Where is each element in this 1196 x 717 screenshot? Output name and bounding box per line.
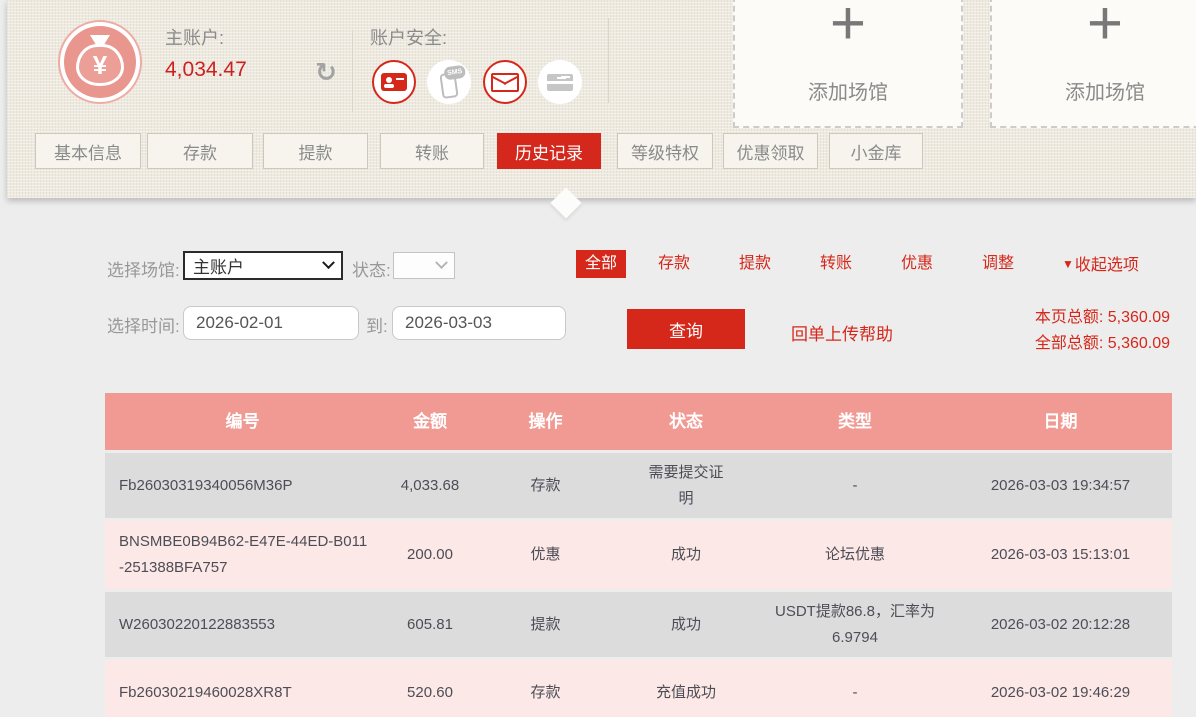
- filter-type-withdraw[interactable]: 提款: [739, 250, 771, 278]
- chevron-down-icon: [435, 256, 448, 269]
- add-venue-card-2[interactable]: + 添加场馆: [990, 0, 1196, 128]
- sms-bubble-icon: SMS: [443, 64, 466, 80]
- to-label: 到:: [366, 312, 388, 337]
- add-venue-label: 添加场馆: [992, 76, 1196, 105]
- history-table: 编号 金额 操作 状态 类型 日期 Fb26030319340056M36P 4…: [105, 393, 1172, 717]
- cell-date: 2026-03-02 20:12:28: [949, 592, 1172, 657]
- page-total-value: 5,360.09: [1108, 309, 1170, 326]
- refresh-balance-icon[interactable]: ↻: [311, 58, 341, 88]
- triangle-down-icon: ▼: [1062, 250, 1074, 278]
- filter-type-adjust[interactable]: 调整: [982, 250, 1014, 278]
- filter-type-promo[interactable]: 优惠: [901, 250, 933, 278]
- table-row: Fb26030219460028XR8T 520.60 存款 充值成功 - 20…: [105, 660, 1172, 717]
- table-row: W26030220122883553 605.81 提款 成功 USDT提款86…: [105, 592, 1172, 657]
- col-header-id: 编号: [105, 393, 380, 450]
- tab-history[interactable]: 历史记录: [497, 133, 601, 169]
- cell-id: Fb26030219460028XR8T: [105, 660, 380, 717]
- divider: [352, 30, 353, 112]
- cell-action: 存款: [480, 660, 611, 717]
- phone-icon: SMS: [439, 72, 458, 99]
- venue-select-value: 主账户: [193, 253, 244, 278]
- venue-select[interactable]: 主账户: [183, 251, 343, 280]
- col-header-amount: 金额: [380, 393, 480, 450]
- email-security-icon[interactable]: [483, 60, 527, 104]
- tab-deposit[interactable]: 存款: [147, 133, 253, 169]
- cell-id: W26030220122883553: [105, 592, 380, 657]
- account-security-label: 账户安全:: [370, 24, 447, 50]
- cell-amount: 605.81: [380, 592, 480, 657]
- cell-id: BNSMBE0B94B62-E47E-44ED-B011-251388BFA75…: [105, 521, 380, 589]
- date-from-input[interactable]: [183, 306, 359, 340]
- add-venue-label: 添加场馆: [735, 76, 961, 105]
- cell-amount: 4,033.68: [380, 453, 480, 518]
- filter-type-transfer[interactable]: 转账: [820, 250, 852, 278]
- search-button[interactable]: 查询: [627, 309, 745, 349]
- status-select-label: 状态:: [352, 256, 391, 281]
- account-header-panel: ¥ 主账户: 4,034.47 ↻ 账户安全: SMS 基本信息 存款 提款 转…: [7, 0, 1196, 198]
- status-select[interactable]: [393, 252, 455, 279]
- col-header-action: 操作: [480, 393, 611, 450]
- cell-amount: 520.60: [380, 660, 480, 717]
- col-header-type: 类型: [761, 393, 949, 450]
- venue-select-label: 选择场馆:: [107, 256, 180, 281]
- tab-promo-claim[interactable]: 优惠领取: [723, 133, 818, 169]
- money-bag-icon: ¥: [58, 20, 142, 104]
- receipt-upload-help-link[interactable]: 回单上传帮助: [791, 320, 893, 345]
- col-header-status: 状态: [611, 393, 761, 450]
- cell-date: 2026-03-03 15:13:01: [949, 521, 1172, 589]
- cell-status: 充值成功: [611, 660, 761, 717]
- cell-type: USDT提款86.8，汇率为6.9794: [761, 592, 949, 657]
- cell-date: 2026-03-03 19:34:57: [949, 453, 1172, 518]
- col-header-date: 日期: [949, 393, 1172, 450]
- id-card-security-icon[interactable]: [372, 60, 416, 104]
- cell-action: 存款: [480, 453, 611, 518]
- bank-card-icon: [547, 74, 573, 91]
- page-total: 本页总额: 5,360.09: [1035, 305, 1170, 331]
- tab-transfer[interactable]: 转账: [380, 133, 484, 169]
- yen-symbol: ¥: [93, 52, 107, 78]
- add-venue-card-1[interactable]: + 添加场馆: [733, 0, 963, 128]
- all-total: 全部总额: 5,360.09: [1035, 331, 1170, 357]
- tab-level-privilege[interactable]: 等级特权: [617, 133, 713, 169]
- cell-action: 提款: [480, 592, 611, 657]
- id-card-icon: [381, 73, 407, 91]
- cell-type: -: [761, 660, 949, 717]
- plus-icon: +: [735, 0, 961, 50]
- cell-status: 成功: [611, 592, 761, 657]
- table-row: Fb26030319340056M36P 4,033.68 存款 需要提交证明 …: [105, 453, 1172, 518]
- tab-withdraw[interactable]: 提款: [263, 133, 368, 169]
- sms-security-icon[interactable]: SMS: [427, 60, 471, 104]
- date-to-input[interactable]: [392, 306, 566, 340]
- envelope-icon: [491, 73, 519, 92]
- time-range-label: 选择时间:: [107, 312, 180, 337]
- all-total-value: 5,360.09: [1108, 335, 1170, 352]
- cell-action: 优惠: [480, 521, 611, 589]
- filter-type-deposit[interactable]: 存款: [658, 250, 690, 278]
- bank-card-security-icon[interactable]: [538, 60, 582, 104]
- filter-type-all[interactable]: 全部: [576, 250, 626, 278]
- cell-date: 2026-03-02 19:46:29: [949, 660, 1172, 717]
- tab-basic-info[interactable]: 基本信息: [35, 133, 141, 169]
- table-row: BNSMBE0B94B62-E47E-44ED-B011-251388BFA75…: [105, 521, 1172, 589]
- cell-status: 成功: [611, 521, 761, 589]
- cell-amount: 200.00: [380, 521, 480, 589]
- collapse-options-link[interactable]: ▼收起选项: [1062, 250, 1139, 278]
- cell-status: 需要提交证明: [611, 453, 761, 518]
- account-history-page: { "colors": { "accent_red": "#d5281b", "…: [0, 0, 1196, 717]
- chevron-down-icon: [322, 256, 335, 269]
- cell-type: -: [761, 453, 949, 518]
- cell-id: Fb26030319340056M36P: [105, 453, 380, 518]
- cell-type: 论坛优惠: [761, 521, 949, 589]
- table-header-row: 编号 金额 操作 状态 类型 日期: [105, 393, 1172, 450]
- totals: 本页总额: 5,360.09 全部总额: 5,360.09: [1035, 305, 1170, 357]
- main-account-label: 主账户:: [165, 24, 224, 50]
- divider: [608, 18, 609, 103]
- tab-vault[interactable]: 小金库: [829, 133, 923, 169]
- plus-icon: +: [992, 0, 1196, 50]
- account-balance: 4,034.47: [165, 58, 247, 82]
